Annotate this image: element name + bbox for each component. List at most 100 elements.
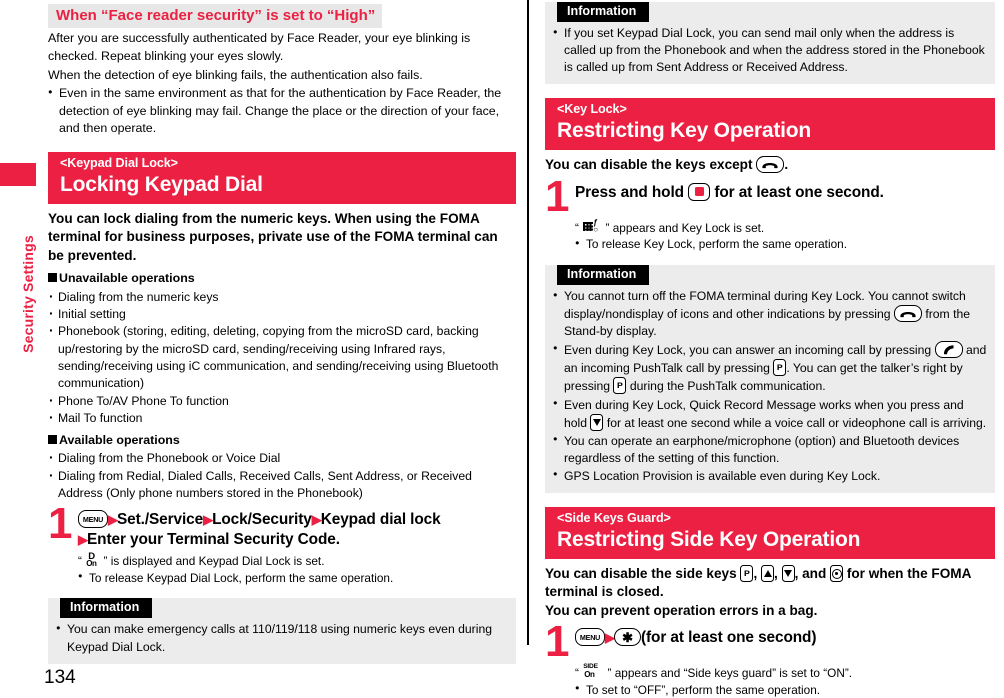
keypad-dial-lock-step-1: 1 MENU ▶Set./Service▶Lock/Security▶Keypad… bbox=[48, 502, 516, 550]
information-bullet: You can make emergency calls at 110/119/… bbox=[56, 621, 508, 655]
pushtalk-key-icon[interactable]: ᴩ bbox=[740, 565, 754, 582]
step-part-4: Enter your Terminal Security Code. bbox=[87, 531, 340, 549]
side-keys-guard-banner-title: Restricting Side Key Operation bbox=[557, 527, 861, 551]
center-select-key-icon[interactable] bbox=[688, 182, 711, 201]
status-icon-note-text: ” is displayed and Keypad Dial Lock is s… bbox=[103, 554, 325, 569]
step-text-after: (for at least one second) bbox=[641, 629, 817, 647]
step-note-bullet: To release Keypad Dial Lock, perform the… bbox=[78, 569, 516, 587]
arrow-icon: ▶ bbox=[605, 629, 615, 645]
pushtalk-key-icon[interactable]: ᴩ bbox=[773, 359, 787, 377]
up-key-icon[interactable] bbox=[761, 565, 774, 582]
unavailable-operations-heading: Unavailable operations bbox=[48, 270, 516, 286]
key-lock-step-1: 1 Press and hold for at least one second… bbox=[545, 174, 995, 218]
information-box-key-lock: Information You cannot turn off the FOMA… bbox=[545, 264, 995, 493]
key-lock-lead-text: You can disable the keys except bbox=[545, 157, 753, 173]
arrow-icon: ▶ bbox=[203, 511, 213, 527]
info-text: for at least one second while a voice ca… bbox=[603, 415, 987, 430]
side-keys-guard-step-1-notes: “ SIDE On ” appears and “Side keys guard… bbox=[545, 663, 995, 698]
key-lock-step-1-notes: “ ƒ○ ” appears and Key Lock is set. To r… bbox=[545, 218, 995, 253]
information-tag: Information bbox=[60, 598, 153, 619]
down-key-icon[interactable] bbox=[590, 413, 604, 431]
information-bullet: Even during Key Lock, Quick Record Messa… bbox=[553, 396, 987, 432]
key-lock-banner-title: Restricting Key Operation bbox=[557, 119, 812, 143]
menu-key-icon[interactable]: MENU bbox=[575, 628, 605, 647]
side-keys-guard-lead: You can disable the side keys ᴩ, , , and… bbox=[545, 565, 971, 618]
keypad-dial-lock-banner: <Keypad Dial Lock> Locking Keypad Dial bbox=[48, 151, 516, 204]
info-text: Even during Key Lock, you can answer an … bbox=[564, 343, 935, 358]
information-bullet: You cannot turn off the FOMA terminal du… bbox=[553, 288, 987, 340]
step-part-3: Keypad dial lock bbox=[320, 511, 441, 529]
quote-open: “ bbox=[78, 554, 82, 569]
information-bullet: If you set Keypad Dial Lock, you can sen… bbox=[553, 25, 987, 76]
end-call-key-icon[interactable] bbox=[756, 156, 785, 174]
keypad-dial-lock-status-icon: D On bbox=[86, 551, 97, 569]
side-tab-label: Security Settings bbox=[20, 235, 36, 353]
send-call-key-icon[interactable] bbox=[934, 341, 963, 359]
key-lock-banner: <Key Lock> Restricting Key Operation bbox=[545, 98, 995, 151]
left-column: When “Face reader security” is set to “H… bbox=[48, 0, 516, 664]
information-tag: Information bbox=[557, 264, 650, 286]
quote-open: “ bbox=[575, 666, 579, 681]
step-note-bullet: To release Key Lock, perform the same op… bbox=[575, 236, 995, 253]
list-item: Phonebook (storing, editing, deleting, c… bbox=[48, 321, 516, 392]
end-call-key-icon[interactable] bbox=[893, 305, 922, 323]
step-part-1: Set./Service bbox=[117, 511, 204, 529]
step-number: 1 bbox=[545, 617, 570, 667]
information-box-left: Information You can make emergency calls… bbox=[48, 598, 516, 664]
side-keys-guard-step-1: 1 MENU ▶ ✱ (for at least one second) bbox=[545, 620, 995, 664]
list-item: Dialing from the numeric keys bbox=[48, 287, 516, 307]
info-text: during the PushTalk communication. bbox=[626, 379, 826, 394]
step-instruction: MENU ▶Set./Service▶Lock/Security▶Keypad d… bbox=[78, 510, 516, 550]
list-item: Phone To/AV Phone To function bbox=[48, 391, 516, 411]
step-note-bullet: To set to “OFF”, perform the same operat… bbox=[575, 681, 995, 698]
page-number: 134 bbox=[44, 667, 76, 688]
list-item: Dialing from the Phonebook or Voice Dial bbox=[48, 448, 516, 468]
keypad-dial-lock-lead: You can lock dialing from the numeric ke… bbox=[48, 211, 498, 263]
face-reader-heading: When “Face reader security” is set to “H… bbox=[48, 4, 383, 29]
arrow-icon: ▶ bbox=[108, 511, 118, 527]
manual-page: Security Settings When “Face reader secu… bbox=[0, 0, 1004, 697]
side-tab-marker bbox=[0, 163, 36, 186]
quote-open: “ bbox=[575, 220, 579, 235]
status-icon-note-text: ” appears and “Side keys guard” is set t… bbox=[607, 666, 853, 681]
information-bullet: GPS Location Provision is available even… bbox=[553, 467, 987, 485]
column-divider bbox=[527, 0, 529, 645]
arrow-icon: ▶ bbox=[311, 511, 322, 527]
key-lock-lead: You can disable the keys except . bbox=[545, 156, 995, 174]
status-icon-note: “ SIDE On ” appears and “Side keys guard… bbox=[575, 663, 995, 681]
keypad-dial-lock-banner-sub: <Keypad Dial Lock> bbox=[60, 155, 178, 170]
pushtalk-key-icon[interactable]: ᴩ bbox=[613, 377, 627, 395]
information-bullet: Even during Key Lock, you can answer an … bbox=[553, 341, 987, 395]
asterisk-key-icon[interactable]: ✱ bbox=[614, 628, 641, 647]
down-key-icon[interactable] bbox=[781, 565, 795, 582]
black-square-icon bbox=[48, 273, 57, 283]
list-item: Dialing from Redial, Dialed Calls, Recei… bbox=[48, 466, 516, 503]
information-box-right-top: Information If you set Keypad Dial Lock,… bbox=[545, 2, 995, 85]
list-item: Mail To function bbox=[48, 408, 516, 428]
available-operations-heading-text: Available operations bbox=[59, 433, 180, 448]
key-lock-banner-sub: <Key Lock> bbox=[557, 102, 627, 117]
menu-key-icon[interactable]: MENU bbox=[78, 510, 108, 529]
arrow-icon: ▶ bbox=[78, 531, 88, 547]
status-icon-note: “ D On ” is displayed and Keypad Dial Lo… bbox=[78, 551, 516, 569]
step-number: 1 bbox=[545, 171, 570, 221]
face-reader-paragraph-2: When the detection of eye blinking fails… bbox=[48, 68, 423, 83]
face-reader-paragraph-1: After you are successfully authenticated… bbox=[48, 31, 471, 63]
right-column: Information If you set Keypad Dial Lock,… bbox=[545, 0, 995, 698]
side-keys-guard-lead-text: You can disable the side keys bbox=[545, 566, 737, 581]
keypad-dial-lock-step-1-notes: “ D On ” is displayed and Keypad Dial Lo… bbox=[48, 551, 516, 587]
keypad-dial-lock-banner-title: Locking Keypad Dial bbox=[60, 172, 263, 196]
step-number: 1 bbox=[48, 499, 73, 549]
side-keys-guard-banner: <Side Keys Guard> Restricting Side Key O… bbox=[545, 506, 995, 559]
face-reader-bullet-1: Even in the same environment as that for… bbox=[48, 85, 516, 138]
available-operations-heading: Available operations bbox=[48, 432, 516, 448]
status-icon-note: “ ƒ ○ ” appears and Key Lock is set. bbox=[575, 218, 995, 236]
step-text-before: Press and hold bbox=[575, 183, 684, 201]
side-keys-guard-banner-sub: <Side Keys Guard> bbox=[557, 510, 671, 525]
information-bullet: You can operate an earphone/microphone (… bbox=[553, 432, 987, 467]
side-keys-guard-status-icon: SIDE On bbox=[583, 663, 598, 680]
black-square-icon bbox=[48, 435, 57, 445]
step-instruction: Press and hold for at least one second. bbox=[575, 182, 995, 203]
camera-key-icon[interactable] bbox=[830, 565, 844, 582]
status-icon-note-text: ” appears and Key Lock is set. bbox=[605, 220, 765, 235]
